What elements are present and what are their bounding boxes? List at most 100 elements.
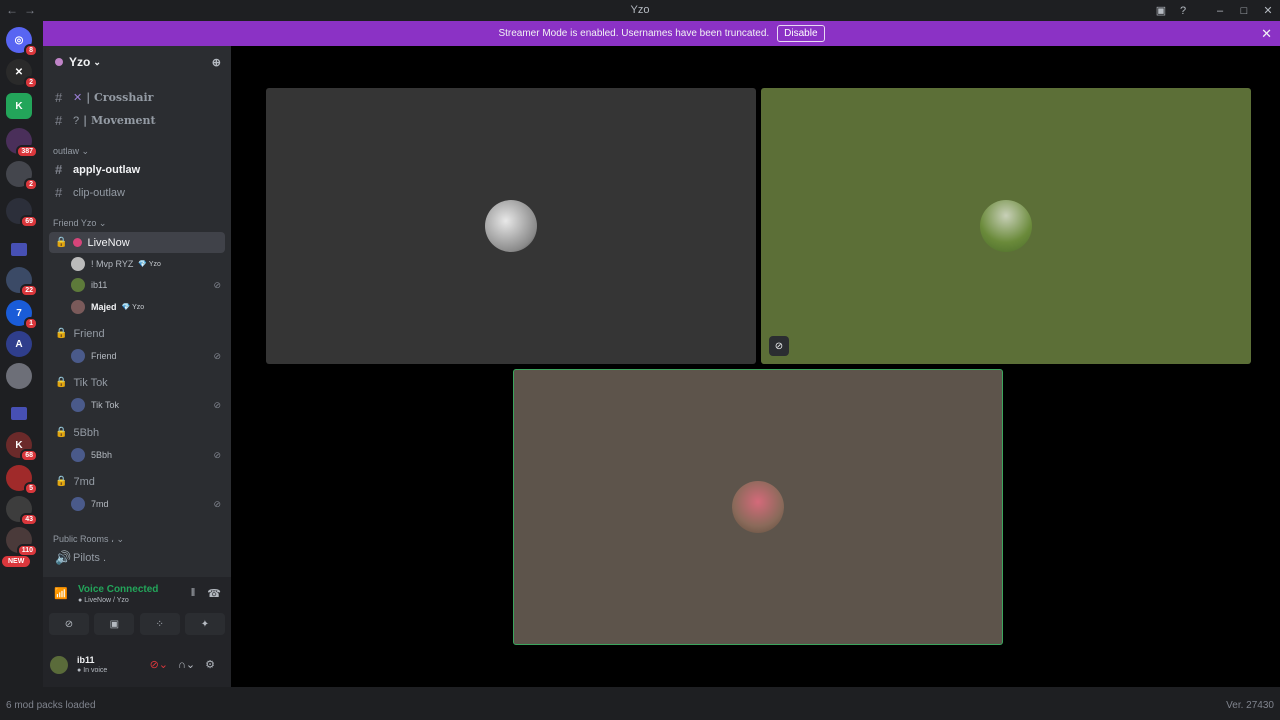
close-window-button[interactable]: ✕ <box>1256 4 1280 17</box>
participant-tile[interactable] <box>266 88 756 364</box>
lock-icon: 🔒 <box>55 427 68 438</box>
channel-label: Friend <box>73 327 105 340</box>
version-label: Ver. 27430 <box>1226 700 1274 711</box>
avatar <box>71 349 85 363</box>
server-icon[interactable]: K <box>6 93 32 119</box>
question-icon: ? <box>73 114 80 127</box>
voice-channel-tiktok[interactable]: 🔒 Tik Tok <box>49 372 225 393</box>
mod-status: 6 mod packs loaded <box>6 700 96 711</box>
camera-off-button[interactable]: ⊘ <box>49 613 89 635</box>
status-bar: 6 mod packs loaded Ver. 27430 <box>0 687 1280 720</box>
channel-apply-outlaw[interactable]: # apply-outlaw <box>49 159 225 180</box>
avatar <box>71 300 85 314</box>
notification-badge: 43 <box>20 513 38 526</box>
channel-label: clip-outlaw <box>73 186 125 199</box>
server-icon[interactable]: K 68 <box>6 432 38 462</box>
notification-badge: 5 <box>24 482 38 495</box>
mic-muted-icon[interactable]: ⊘⌄ <box>150 658 168 671</box>
avatar <box>732 481 784 533</box>
server-icon[interactable]: 110 <box>6 527 38 557</box>
disconnect-icon[interactable]: ☎ <box>207 587 221 600</box>
channel-movement[interactable]: # ? | Movement <box>49 110 225 131</box>
voice-panel: 📶 Voice Connected ● LiveNow / Yzo ‖ ☎ ⊘ … <box>43 577 231 687</box>
close-icon[interactable]: ✕ <box>1261 26 1272 42</box>
user-panel: ib11 ● In voice ⊘⌄ ∩⌄ ⚙ <box>43 646 231 687</box>
server-icon[interactable]: 22 <box>6 267 38 297</box>
speaker-icon: 🔊 <box>55 549 72 565</box>
notification-badge: 2 <box>24 178 38 191</box>
lock-icon: 🔒 <box>55 476 68 487</box>
folder-icon[interactable] <box>11 243 27 256</box>
category-public-rooms[interactable]: Public Rooms ، ⌄ <box>53 534 124 545</box>
folder-icon[interactable] <box>11 407 27 420</box>
category-friend-yzo[interactable]: Friend Yzo ⌄ <box>53 218 106 229</box>
noise-suppression-icon[interactable]: ‖ <box>191 587 196 600</box>
activities-button[interactable]: ⁘ <box>139 613 180 635</box>
hash-icon: # <box>55 162 63 177</box>
channel-crosshair[interactable]: # ✕ | Crosshair <box>49 87 225 108</box>
channel-label: 7md <box>73 475 95 488</box>
username[interactable]: ib11 <box>77 655 95 665</box>
voice-user[interactable]: Tik Tok ⊘ <box>71 395 225 415</box>
voice-user[interactable]: Majed 💎 Yzo <box>71 297 225 317</box>
server-icon[interactable]: 2 <box>6 161 38 191</box>
voice-channel-livenow[interactable]: 🔒 LiveNow <box>49 232 225 253</box>
maximize-button[interactable]: □ <box>1232 5 1256 17</box>
voice-channel-7md[interactable]: 🔒 7md <box>49 471 225 492</box>
server-icon[interactable]: A <box>6 331 32 357</box>
server-icon[interactable]: 5 <box>6 465 38 495</box>
screen-share-button[interactable]: ▣ <box>94 613 135 635</box>
participant-tile-speaking[interactable] <box>513 369 1003 645</box>
voice-channel-pilots[interactable]: 🔊 Pilots . <box>49 547 225 568</box>
minimize-button[interactable]: – <box>1208 5 1232 17</box>
server-icon[interactable]: 43 <box>6 496 38 526</box>
server-icon[interactable]: 387 <box>6 128 38 158</box>
category-outlaw[interactable]: outlaw ⌄ <box>53 146 89 157</box>
streamer-mode-banner: Streamer Mode is enabled. Usernames have… <box>43 21 1280 46</box>
headphones-icon[interactable]: ∩⌄ <box>178 658 195 671</box>
server-name: Yzo <box>69 55 91 69</box>
voice-user[interactable]: ib11 ⊘ <box>71 275 225 295</box>
server-list: ◎ 8 ✕ 2 K 387 2 69 22 71 A K 68 5 43 110 NE… <box>0 21 43 687</box>
disable-button[interactable]: Disable <box>777 25 825 42</box>
server-header[interactable]: Yzo ⌄ ⊕ <box>43 46 231 78</box>
avatar <box>71 448 85 462</box>
lock-icon: 🔒 <box>55 377 68 388</box>
screen-off-icon: ⊘ <box>213 449 221 460</box>
voice-stage: ⊘ <box>231 46 1280 687</box>
avatar[interactable] <box>50 656 68 674</box>
add-member-icon[interactable]: ⊕ <box>212 56 221 69</box>
server-icon[interactable]: ✕ 2 <box>6 59 38 89</box>
notification-badge: 1 <box>24 317 38 330</box>
voice-status[interactable]: Voice Connected <box>78 584 158 595</box>
screen-off-icon: ⊘ <box>213 399 221 410</box>
channel-label: apply-outlaw <box>73 163 141 176</box>
screen-share-icon[interactable]: ▣ <box>1150 4 1172 17</box>
voice-location[interactable]: ● LiveNow / Yzo <box>78 597 129 604</box>
channel-label: Pilots . <box>73 551 107 564</box>
voice-user[interactable]: Friend ⊘ <box>71 346 225 366</box>
window-title: Yzo <box>630 4 650 16</box>
voice-channel-friend[interactable]: 🔒 Friend <box>49 323 225 344</box>
voice-user[interactable]: 5Bbh ⊘ <box>71 445 225 465</box>
notification-badge: 69 <box>20 215 38 228</box>
channel-label: Tik Tok <box>73 376 108 389</box>
avatar <box>980 200 1032 252</box>
avatar <box>71 257 85 271</box>
voice-user[interactable]: 7md ⊘ <box>71 494 225 514</box>
voice-channel-5bbh[interactable]: 🔒 5Bbh <box>49 422 225 443</box>
server-icon[interactable] <box>6 363 32 389</box>
help-icon[interactable]: ? <box>1172 5 1194 17</box>
channel-sidebar: Yzo ⌄ ⊕ # ✕ | Crosshair # ? | Movement o… <box>43 46 231 687</box>
voice-user[interactable]: ! Mvp RYZ 💎 Yzo <box>71 254 225 274</box>
server-icon[interactable]: 71 <box>6 300 38 330</box>
participant-tile[interactable]: ⊘ <box>761 88 1251 364</box>
signal-icon[interactable]: 📶 <box>54 587 68 600</box>
avatar <box>71 398 85 412</box>
soundboard-button[interactable]: ✦ <box>184 613 225 635</box>
channel-clip-outlaw[interactable]: # clip-outlaw <box>49 182 225 203</box>
notification-badge: 68 <box>20 449 38 462</box>
server-icon[interactable]: 69 <box>6 198 38 228</box>
home-icon[interactable]: ◎ 8 <box>6 27 38 57</box>
gear-icon[interactable]: ⚙ <box>205 658 215 671</box>
